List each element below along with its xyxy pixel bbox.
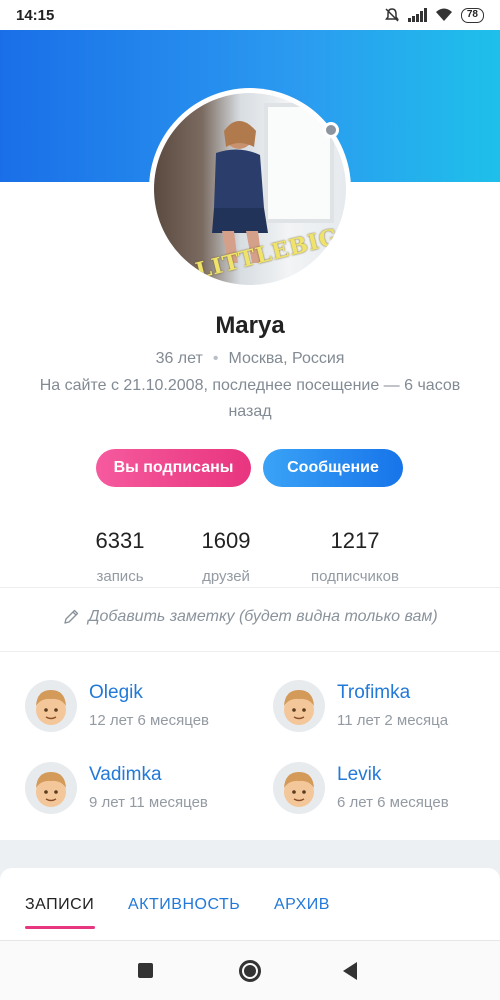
counter-value: 1609 <box>201 528 251 553</box>
add-note-label: Добавить заметку (будет видна только вам… <box>88 608 438 625</box>
friend-item[interactable]: Trofimka 11 лет 2 месяца <box>273 680 500 740</box>
friend-avatar <box>25 680 77 732</box>
friend-item[interactable]: Olegik 12 лет 6 месяцев <box>25 680 255 740</box>
message-button[interactable]: Сообщение <box>263 449 403 487</box>
avatar-photo: LITTLEBIG <box>154 93 346 285</box>
tab-archive[interactable]: АРХИВ <box>274 896 330 914</box>
meta-separator: • <box>212 350 219 367</box>
tab-activity[interactable]: АКТИВНОСТЬ <box>128 896 240 914</box>
profile-visit-info: На сайте с 21.10.2008, последнее посещен… <box>39 377 461 420</box>
mute-icon <box>384 8 399 22</box>
tab-posts[interactable]: ЗАПИСИ <box>25 896 94 914</box>
status-bar: 14:15 78 <box>0 0 500 30</box>
home-icon[interactable] <box>239 960 261 982</box>
friend-item[interactable]: Levik 6 лет 6 месяцев <box>273 762 500 822</box>
counter-label: друзей <box>202 568 250 585</box>
friend-duration: 9 лет 11 месяцев <box>89 794 208 811</box>
default-avatar-icon <box>36 772 66 807</box>
friend-duration: 12 лет 6 месяцев <box>89 712 210 729</box>
status-time: 14:15 <box>16 6 55 24</box>
pencil-icon <box>64 609 79 624</box>
signal-icon <box>407 8 427 22</box>
friend-avatar <box>273 680 325 732</box>
counter-friends[interactable]: 1609 друзей <box>186 528 266 585</box>
subscribed-button[interactable]: Вы подписаны <box>96 449 251 487</box>
online-status-dot <box>323 122 339 138</box>
friend-name: Olegik <box>89 682 143 703</box>
friend-avatar <box>25 762 77 814</box>
counter-followers[interactable]: 1217 подписчиков <box>295 528 415 585</box>
friend-avatar <box>273 762 325 814</box>
profile-city: Москва, Россия <box>228 350 345 367</box>
back-icon[interactable] <box>343 962 357 980</box>
content-tabs: ЗАПИСИ АКТИВНОСТЬ АРХИВ <box>0 868 500 932</box>
counter-value: 6331 <box>95 528 145 553</box>
profile-meta: 36 лет • Москва, Россия <box>0 350 500 368</box>
status-icons: 78 <box>384 7 484 23</box>
system-nav-bar <box>0 940 500 1000</box>
active-tab-indicator <box>25 926 95 929</box>
counter-label: запись <box>96 568 144 585</box>
default-avatar-icon <box>36 690 66 725</box>
friend-name: Trofimka <box>337 682 411 703</box>
counter-label: подписчиков <box>311 568 399 585</box>
divider <box>0 651 500 652</box>
friend-name: Vadimka <box>89 764 162 785</box>
friend-name: Levik <box>337 764 382 785</box>
battery-icon: 78 <box>460 7 484 23</box>
profile-name: Marya <box>215 312 285 339</box>
friend-item[interactable]: Vadimka 9 лет 11 месяцев <box>25 762 255 822</box>
default-avatar-icon <box>284 772 314 807</box>
counter-value: 1217 <box>330 528 380 553</box>
counter-posts[interactable]: 6331 запись <box>80 528 160 585</box>
add-note-button[interactable]: Добавить заметку (будет видна только вам… <box>0 608 500 626</box>
default-avatar-icon <box>284 690 314 725</box>
divider <box>0 587 500 588</box>
friend-duration: 11 лет 2 месяца <box>337 712 449 729</box>
wifi-icon <box>435 8 452 21</box>
profile-avatar[interactable]: LITTLEBIG <box>149 88 351 290</box>
recent-apps-icon[interactable] <box>138 963 153 978</box>
profile-age: 36 лет <box>155 350 203 367</box>
friend-duration: 6 лет 6 месяцев <box>337 794 449 811</box>
